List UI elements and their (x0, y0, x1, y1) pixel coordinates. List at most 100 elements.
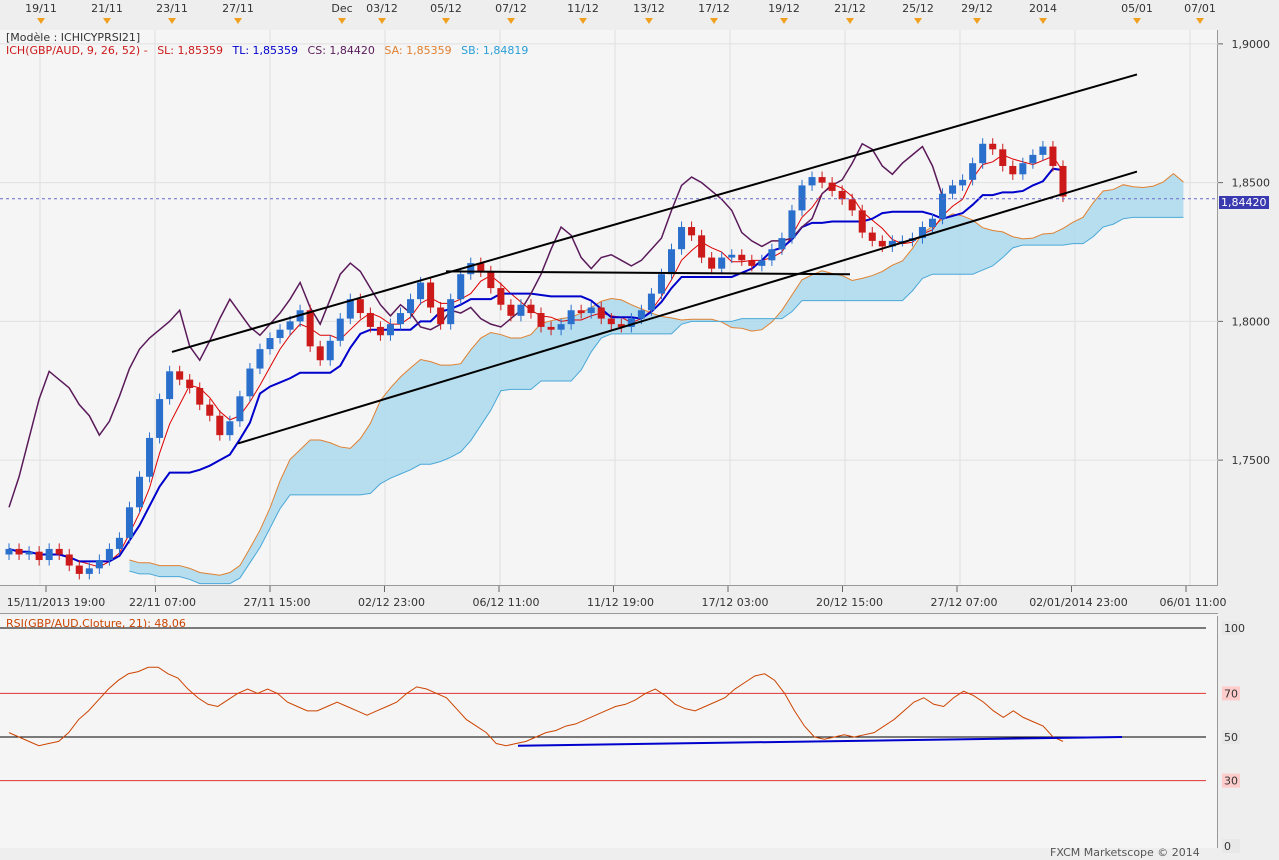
date-marker-icon (103, 18, 111, 24)
candle-body (838, 190, 846, 200)
candle-body (5, 548, 13, 555)
candle-body (135, 476, 144, 508)
time-axis-label: 02/01/2014 23:00 (1029, 596, 1128, 609)
candle-body (487, 271, 495, 289)
trendline (237, 170, 1138, 445)
date-marker-icon (579, 18, 587, 24)
candle-body (336, 318, 344, 341)
candle-body (959, 179, 967, 186)
date-marker-icon (1196, 18, 1204, 24)
candle-body (818, 177, 826, 183)
candle-body (688, 227, 696, 236)
candle-body (146, 437, 154, 477)
top-date-label: 07/12 (495, 2, 527, 15)
candle-body (517, 304, 525, 316)
time-axis-label: 22/11 07:00 (129, 596, 196, 609)
candle-body (286, 321, 294, 330)
candle-body (326, 340, 334, 361)
time-axis-label: 06/01 11:00 (1160, 596, 1227, 609)
time-axis-label: 17/12 03:00 (702, 596, 769, 609)
date-marker-icon (710, 18, 718, 24)
candle-body (386, 324, 394, 336)
date-marker-icon (234, 18, 242, 24)
chart-canvas: 19/11 21/11 23/11 27/11 Dec 03/12 05/12 07/12 11… (0, 2, 1271, 853)
date-marker-icon (442, 18, 450, 24)
candle-body (969, 163, 977, 180)
candle-body (989, 143, 997, 150)
candle-body (798, 185, 806, 211)
candle-body (75, 565, 83, 574)
top-date-label: 07/01 (1184, 2, 1216, 15)
date-marker-icon (37, 18, 45, 24)
candle-body (999, 149, 1007, 166)
candle-body (768, 249, 776, 261)
candle-body (928, 218, 937, 228)
cs-value: CS: 1,84420 (307, 44, 375, 57)
candle-body (55, 548, 63, 555)
candle-body (778, 238, 786, 250)
price-axis-label: 1,8500 (1232, 177, 1271, 190)
candle-body (607, 318, 615, 325)
candle-body (376, 326, 384, 336)
top-date-label: 2014 (1029, 2, 1057, 15)
candle-body (457, 274, 465, 300)
date-marker-icon (168, 18, 176, 24)
candle-body (306, 310, 314, 347)
candle-body (858, 210, 866, 233)
candle-body (708, 257, 716, 269)
candle-body (216, 415, 224, 436)
tl-value: TL: 1,85359 (232, 44, 299, 57)
candle-body (226, 421, 234, 436)
candle-body (647, 293, 655, 311)
candle-body (1049, 146, 1057, 166)
candle-body (949, 185, 957, 194)
candle-body (206, 404, 214, 416)
indicator-legend: ICH(GBP/AUD, 9, 26, 52) - SL: 1,85359 TL… (6, 44, 528, 57)
candle-body (316, 346, 324, 361)
top-date-label: 19/12 (768, 2, 800, 15)
top-date-label: 27/11 (222, 2, 254, 15)
top-date-label: 05/01 (1121, 2, 1153, 15)
candle-body (657, 274, 665, 294)
top-date-label: 19/11 (25, 2, 57, 15)
candle-body (758, 260, 766, 266)
candle-body (447, 299, 455, 325)
senkou-span-a-line (129, 172, 1184, 576)
candle-body (868, 232, 876, 241)
candle-body (437, 307, 445, 325)
date-marker-icon (780, 18, 788, 24)
candle-body (497, 288, 505, 305)
rsi-line (8, 666, 1064, 747)
candle-body (95, 560, 103, 569)
candle-body (537, 313, 545, 327)
candle-body (186, 379, 194, 388)
date-marker-icon (1039, 18, 1047, 24)
candle-body (878, 240, 886, 247)
candle-body (637, 310, 645, 319)
candle-body (156, 399, 164, 438)
top-date-label: 05/12 (430, 2, 462, 15)
candle-body (1029, 154, 1037, 164)
time-axis-label: 11/12 19:00 (587, 596, 654, 609)
candle-body (356, 299, 364, 314)
candle-body (507, 304, 515, 316)
rsi-level-label: 70 (1224, 687, 1238, 700)
price-axis-label: 1,7500 (1232, 454, 1271, 467)
candle-body (35, 551, 43, 561)
candle-body (678, 227, 686, 250)
time-axis-label: 06/12 11:00 (473, 596, 540, 609)
candle-body (276, 329, 284, 339)
sl-value: SL: 1,85359 (157, 44, 223, 57)
candle-body (366, 313, 374, 327)
time-axis-label: 20/12 15:00 (816, 596, 883, 609)
candle-body (828, 182, 836, 191)
price-axis-label: 1,9000 (1232, 38, 1271, 51)
time-axis-label: 02/12 23:00 (358, 596, 425, 609)
candle-body (577, 310, 585, 314)
candle-body (557, 324, 565, 330)
candle-body (166, 371, 174, 400)
date-marker-icon (338, 18, 346, 24)
candle-body (788, 210, 796, 239)
current-price-badge: 1,84420 (1219, 196, 1269, 209)
candle-body (256, 349, 264, 369)
